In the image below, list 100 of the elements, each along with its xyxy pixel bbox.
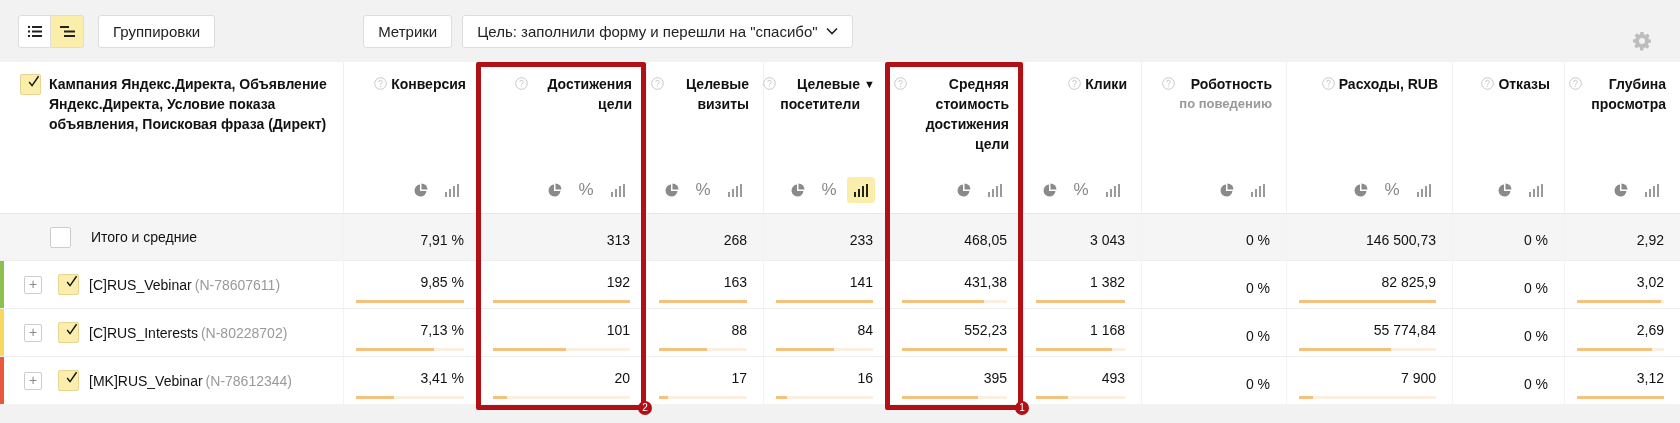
pie-chart-icon [546,182,562,198]
column-header[interactable]: Клики [1085,74,1127,94]
checkbox[interactable] [58,322,79,343]
help-icon[interactable] [1162,77,1176,90]
table-cell: 55 774,84 [1373,320,1436,339]
table-cell: 431,38 [964,272,1007,291]
column-subtitle: по поведению [1179,95,1272,113]
pie-chart-icon [663,182,679,198]
help-icon[interactable] [515,77,528,90]
table-cell: 0 % [1245,278,1270,297]
table-cell: 163 [723,272,747,291]
table-cell: 0 % [1523,374,1548,393]
table-cell: 2,69 [1636,320,1664,339]
table-cell: 7,91 % [420,231,464,249]
bar-chart-icon [444,183,460,197]
bar-chart-icon [1644,183,1660,197]
list-icon [27,25,42,37]
percent-button[interactable]: % [1378,177,1406,203]
row-label: [C]RUS_Interests [89,324,198,341]
help-icon[interactable] [374,77,388,90]
table-cell: 146 500,73 [1365,231,1436,249]
percent-button[interactable]: % [1067,177,1095,203]
row-label: [C]RUS_Vebinar [89,276,192,293]
percent-button[interactable]: % [572,177,600,203]
percent-button[interactable]: % [815,177,843,203]
column-header[interactable]: Роботность [1190,74,1272,94]
table-cell: 0 % [1523,231,1548,249]
row-label: Итого и средние [91,229,198,245]
pie-chart-icon [412,182,428,198]
help-icon[interactable] [1569,77,1582,90]
help-icon[interactable] [1321,77,1335,90]
table-cell: 101 [606,320,630,339]
column-header[interactable]: Целевые визиты [668,74,749,114]
pie-chart-icon [1041,182,1057,198]
pie-chart-icon [1496,182,1512,198]
goal-dropdown[interactable]: Цель: заполнили форму и перешли на "спасибо" [462,14,853,48]
checkbox[interactable] [58,274,79,295]
number-badge: 1 [1015,401,1029,415]
expand-button[interactable]: + [24,275,42,294]
column-header[interactable]: Конверсия [391,74,466,94]
table-cell: 88 [731,320,747,339]
pie-chart-icon [789,182,805,198]
bar-chart-button[interactable] [847,177,875,203]
table-cell: 0 % [1523,326,1548,345]
checkbox[interactable] [50,226,71,248]
pie-chart-icon [1218,182,1234,198]
table-cell: 9,85 % [420,272,464,291]
table-cell: 3,41 % [420,368,464,387]
help-icon[interactable] [894,77,907,90]
table-cell: 0 % [1245,374,1270,393]
expand-button[interactable]: + [24,371,42,390]
groupings-button[interactable]: Группировки [98,14,216,48]
table-cell: 468,05 [964,231,1007,249]
table-cell: 2,92 [1636,231,1664,249]
list-view-button[interactable] [18,14,51,48]
table-cell: 313 [606,231,630,249]
pie-chart-icon [1612,182,1628,198]
table-cell: 20 [614,368,630,387]
table-cell: 0 % [1245,326,1270,345]
column-header: Кампания Яндекс.Директа, Объявление Яндекс.Директа, Условие показа объявления, Поисковая фраза (Директ) [49,75,328,134]
column-header[interactable]: Отказы [1498,74,1550,94]
column-header[interactable]: Достижения цели [532,74,632,114]
help-icon[interactable] [763,77,777,90]
table-cell: 82 825,9 [1381,272,1436,291]
table-cell: 0 % [1523,278,1548,297]
table-cell: 16 [857,368,873,387]
pie-chart-icon [955,182,971,198]
column-header[interactable]: Глубина просмотра [1586,74,1666,114]
table-cell: 1 382 [1089,272,1125,291]
help-icon[interactable] [1481,77,1495,90]
table-cell: 192 [606,272,630,291]
column-header[interactable]: Средняя стоимость достижения цели [911,74,1009,154]
metrics-button[interactable]: Метрики [363,14,453,48]
help-icon[interactable] [1068,77,1082,90]
table-cell: 233 [849,231,873,249]
table-cell: 493 [1101,368,1125,387]
bar-chart-icon [1528,183,1544,197]
table-cell: 17 [731,368,747,387]
settings-icon[interactable] [1632,31,1652,51]
table-cell: 7,13 % [420,320,464,339]
bar-chart-icon [727,183,743,197]
table-cell: 3,12 [1636,368,1664,387]
table-cell: 84 [857,320,873,339]
row-id: (N-78607611) [194,276,281,293]
sort-indicator[interactable]: ▼ [864,74,875,94]
table-cell: 1 168 [1089,320,1125,339]
table-cell: 552,23 [964,320,1007,339]
bar-chart-icon [1250,183,1266,197]
help-icon[interactable] [651,77,664,90]
expand-button[interactable]: + [24,323,42,342]
table-cell: 3,02 [1636,272,1664,291]
column-header[interactable]: Целевые посетители [780,74,861,114]
table-cell: 395 [983,368,1007,387]
percent-button[interactable]: % [689,177,717,203]
checkbox[interactable] [20,74,41,95]
bar-chart-icon [853,183,869,197]
checkbox[interactable] [58,370,79,391]
table-cell: 268 [723,231,747,249]
tree-view-button[interactable] [51,14,84,48]
column-header[interactable]: Расходы, RUB [1338,74,1438,94]
